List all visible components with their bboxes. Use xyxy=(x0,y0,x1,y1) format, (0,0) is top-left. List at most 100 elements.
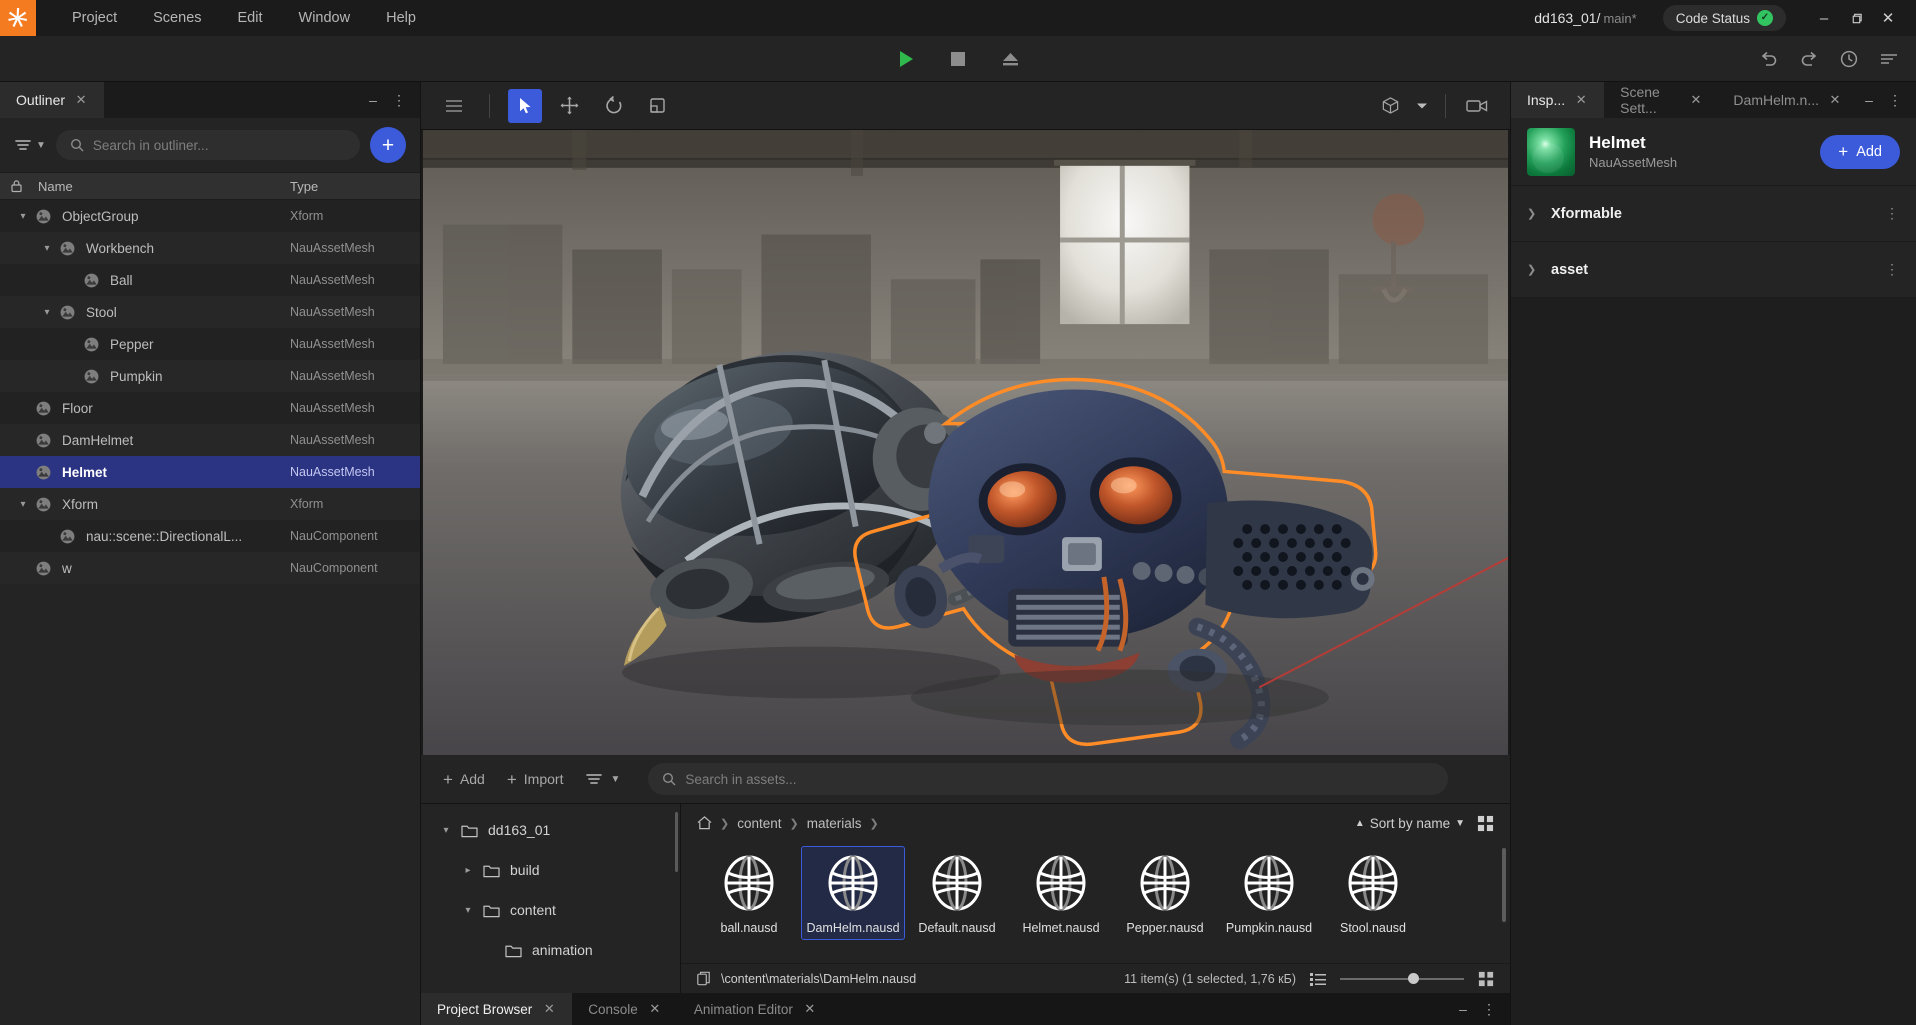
bottom-tab-console[interactable]: Console✕ xyxy=(572,993,678,1025)
inspector-section-asset[interactable]: ❯ asset ⋮ xyxy=(1511,242,1916,298)
chevron-down-icon[interactable]: ▾ xyxy=(38,243,56,254)
outliner-row-ball[interactable]: BallNauAssetMesh xyxy=(0,264,420,296)
sort-by-button[interactable]: ▲ Sort by name ▼ xyxy=(1355,816,1465,831)
outliner-row-pumpkin[interactable]: PumpkinNauAssetMesh xyxy=(0,360,420,392)
file-tree-item-content[interactable]: ▾content xyxy=(421,890,680,930)
asset-item-damhelm-nausd[interactable]: DamHelm.nausd xyxy=(801,846,905,940)
tab-outliner[interactable]: Outliner ✕ xyxy=(0,82,104,118)
hamburger-icon[interactable] xyxy=(437,89,471,123)
redo-icon[interactable] xyxy=(1796,46,1822,72)
play-icon[interactable] xyxy=(893,46,919,72)
close-icon[interactable]: ✕ xyxy=(1691,92,1702,108)
outliner-row-helmet[interactable]: HelmetNauAssetMesh xyxy=(0,456,420,488)
move-tool-button[interactable] xyxy=(552,89,586,123)
breadcrumb-item-materials[interactable]: materials xyxy=(807,816,862,831)
file-tree-item-dd163-01[interactable]: ▾dd163_01 xyxy=(421,810,680,850)
outliner-row-pepper[interactable]: PepperNauAssetMesh xyxy=(0,328,420,360)
stop-icon[interactable] xyxy=(945,46,971,72)
filter-icon[interactable]: ▼ xyxy=(14,137,46,153)
asset-item-helmet-nausd[interactable]: Helmet.nausd xyxy=(1009,846,1113,940)
file-tree-item-build[interactable]: ▸build xyxy=(421,850,680,890)
grid-view-icon[interactable] xyxy=(1477,815,1494,832)
file-tree-scrollbar[interactable] xyxy=(675,812,678,872)
select-tool-button[interactable] xyxy=(508,89,542,123)
thumbnail-size-slider[interactable] xyxy=(1340,972,1464,986)
chevron-down-icon[interactable]: ▾ xyxy=(435,825,457,836)
copy-icon[interactable] xyxy=(697,971,711,986)
outliner-row-objectgroup[interactable]: ▾ObjectGroupXform xyxy=(0,200,420,232)
chevron-right-icon[interactable]: ▸ xyxy=(457,865,479,876)
eject-icon[interactable] xyxy=(997,46,1023,72)
bottom-tab-project-browser[interactable]: Project Browser✕ xyxy=(421,993,572,1025)
asset-search-wrapper[interactable] xyxy=(648,763,1448,795)
close-icon[interactable]: ✕ xyxy=(542,1001,556,1017)
minimize-icon[interactable]: – xyxy=(1858,87,1880,113)
asset-filter-button[interactable]: ▼ xyxy=(585,771,620,787)
close-icon[interactable]: ✕ xyxy=(1828,92,1842,108)
history-icon[interactable] xyxy=(1836,46,1862,72)
slider-knob[interactable] xyxy=(1408,973,1419,984)
asset-item-default-nausd[interactable]: Default.nausd xyxy=(905,846,1009,940)
add-component-button[interactable]: + Add xyxy=(1820,135,1900,169)
undo-icon[interactable] xyxy=(1756,46,1782,72)
cube-icon[interactable] xyxy=(1373,89,1407,123)
outliner-row-workbench[interactable]: ▾WorkbenchNauAssetMesh xyxy=(0,232,420,264)
close-icon[interactable]: ✕ xyxy=(803,1001,817,1017)
asset-add-button[interactable]: + Add xyxy=(443,771,485,788)
minimize-icon[interactable]: – xyxy=(362,87,384,113)
more-vertical-icon[interactable]: ⋮ xyxy=(1478,996,1500,1022)
outliner-row-damhelmet[interactable]: DamHelmetNauAssetMesh xyxy=(0,424,420,456)
outliner-row-nau-scene-directionall-[interactable]: nau::scene::DirectionalL...NauComponent xyxy=(0,520,420,552)
outliner-row-w[interactable]: wNauComponent xyxy=(0,552,420,584)
chevron-down-icon[interactable]: ▾ xyxy=(14,499,32,510)
asset-grid-scrollbar[interactable] xyxy=(1502,848,1506,922)
restore-icon[interactable] xyxy=(1840,2,1872,34)
more-vertical-icon[interactable]: ⋮ xyxy=(1885,261,1900,278)
add-object-button[interactable]: + xyxy=(370,127,406,163)
asset-import-button[interactable]: + Import xyxy=(507,771,564,788)
close-icon[interactable]: ✕ xyxy=(648,1001,662,1017)
minimize-icon[interactable]: – xyxy=(1452,996,1474,1022)
inspector-tab-0[interactable]: Insp...✕ xyxy=(1511,82,1604,118)
inspector-tab-2[interactable]: DamHelm.n...✕ xyxy=(1717,82,1858,118)
chevron-down-icon[interactable]: ▾ xyxy=(457,905,479,916)
asset-item-stool-nausd[interactable]: Stool.nausd xyxy=(1321,846,1425,940)
grid-view-icon[interactable] xyxy=(1478,971,1494,987)
menu-scenes[interactable]: Scenes xyxy=(135,4,219,32)
inspector-tab-1[interactable]: Scene Sett...✕ xyxy=(1604,82,1717,118)
menu-window[interactable]: Window xyxy=(281,4,369,32)
asset-search-input[interactable] xyxy=(685,772,1434,787)
search-input[interactable] xyxy=(93,138,346,153)
menu-edit[interactable]: Edit xyxy=(220,4,281,32)
home-icon[interactable] xyxy=(697,816,712,830)
file-tree-item-animation[interactable]: animation xyxy=(421,930,680,970)
camera-icon[interactable] xyxy=(1460,89,1494,123)
close-icon[interactable]: ✕ xyxy=(1574,92,1588,108)
3d-viewport[interactable] xyxy=(423,130,1508,755)
column-header-name[interactable]: Name xyxy=(32,179,290,194)
scale-tool-button[interactable] xyxy=(640,89,674,123)
chevron-down-icon[interactable]: ▾ xyxy=(14,211,32,222)
more-vertical-icon[interactable]: ⋮ xyxy=(1884,87,1906,113)
close-icon[interactable]: ✕ xyxy=(1872,2,1904,34)
search-input-wrapper[interactable] xyxy=(56,130,360,160)
inspector-section-xformable[interactable]: ❯ Xformable ⋮ xyxy=(1511,186,1916,242)
column-header-type[interactable]: Type xyxy=(290,179,420,194)
menu-project[interactable]: Project xyxy=(54,4,135,32)
minimize-icon[interactable]: – xyxy=(1808,2,1840,34)
close-icon[interactable]: ✕ xyxy=(74,92,88,108)
breadcrumb-item-content[interactable]: content xyxy=(737,816,781,831)
asset-item-pepper-nausd[interactable]: Pepper.nausd xyxy=(1113,846,1217,940)
rotate-tool-button[interactable] xyxy=(596,89,630,123)
asset-item-ball-nausd[interactable]: ball.nausd xyxy=(697,846,801,940)
asset-item-pumpkin-nausd[interactable]: Pumpkin.nausd xyxy=(1217,846,1321,940)
more-vertical-icon[interactable]: ⋮ xyxy=(1885,205,1900,222)
code-status-badge[interactable]: Code Status ✓ xyxy=(1663,5,1786,31)
list-view-icon[interactable] xyxy=(1310,972,1326,986)
outliner-row-floor[interactable]: FloorNauAssetMesh xyxy=(0,392,420,424)
outliner-row-stool[interactable]: ▾StoolNauAssetMesh xyxy=(0,296,420,328)
sliders-icon[interactable] xyxy=(1876,46,1902,72)
outliner-row-xform[interactable]: ▾XformXform xyxy=(0,488,420,520)
more-vertical-icon[interactable]: ⋮ xyxy=(388,87,410,113)
chevron-down-icon[interactable] xyxy=(1413,89,1431,123)
